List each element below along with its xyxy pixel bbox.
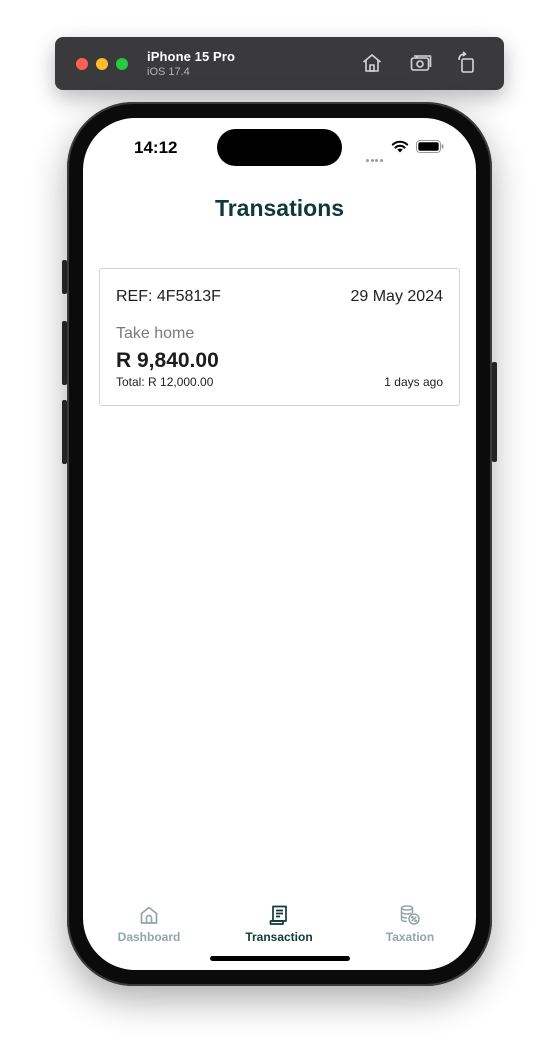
os-version: iOS 17.4 (147, 66, 190, 78)
simulator-stage: iPhone 15 Pro iOS 17.4 14:12 Transations… (0, 0, 559, 1062)
coins-percent-icon (400, 905, 420, 925)
battery-icon (416, 140, 444, 153)
power-button (492, 362, 497, 462)
minimize-window-button[interactable] (96, 58, 108, 70)
take-home-amount: R 9,840.00 (116, 349, 219, 372)
screenshot-icon (410, 55, 432, 71)
tab-taxation[interactable]: Taxation (350, 904, 470, 944)
simulator-title-bar: iPhone 15 Pro iOS 17.4 (55, 37, 504, 90)
transaction-reference: REF: 4F5813F (116, 288, 221, 305)
tab-dashboard[interactable]: Dashboard (89, 904, 209, 944)
transaction-date: 29 May 2024 (350, 288, 443, 305)
tab-transaction-label: Transaction (245, 930, 313, 944)
phone-screen: 14:12 Transations REF: 4F5813F 29 May 20… (83, 118, 476, 970)
dynamic-island (217, 129, 342, 166)
rotate-icon (458, 51, 474, 73)
signal-icon (366, 149, 384, 167)
tab-taxation-label: Taxation (385, 930, 435, 944)
take-home-label: Take home (116, 325, 195, 342)
tab-transaction[interactable]: Transaction (219, 904, 339, 944)
wifi-icon (391, 140, 409, 153)
home-icon (140, 906, 158, 924)
status-time: 14:12 (134, 138, 178, 157)
transaction-total: Total: R 12,000.00 (116, 375, 214, 389)
home-indicator[interactable] (210, 956, 350, 961)
tab-dashboard-label: Dashboard (117, 930, 181, 944)
receipt-icon (269, 905, 287, 925)
screenshot-button[interactable] (409, 51, 433, 75)
home-button[interactable] (360, 51, 384, 75)
zoom-window-button[interactable] (116, 58, 128, 70)
close-window-button[interactable] (76, 58, 88, 70)
rotate-button[interactable] (455, 51, 479, 75)
transaction-relative-time: 1 days ago (384, 375, 443, 389)
transaction-card[interactable]: REF: 4F5813F 29 May 2024 Take home R 9,8… (99, 268, 460, 406)
page-title: Transations (214, 195, 345, 221)
home-icon (362, 54, 382, 72)
device-name: iPhone 15 Pro (147, 49, 235, 64)
